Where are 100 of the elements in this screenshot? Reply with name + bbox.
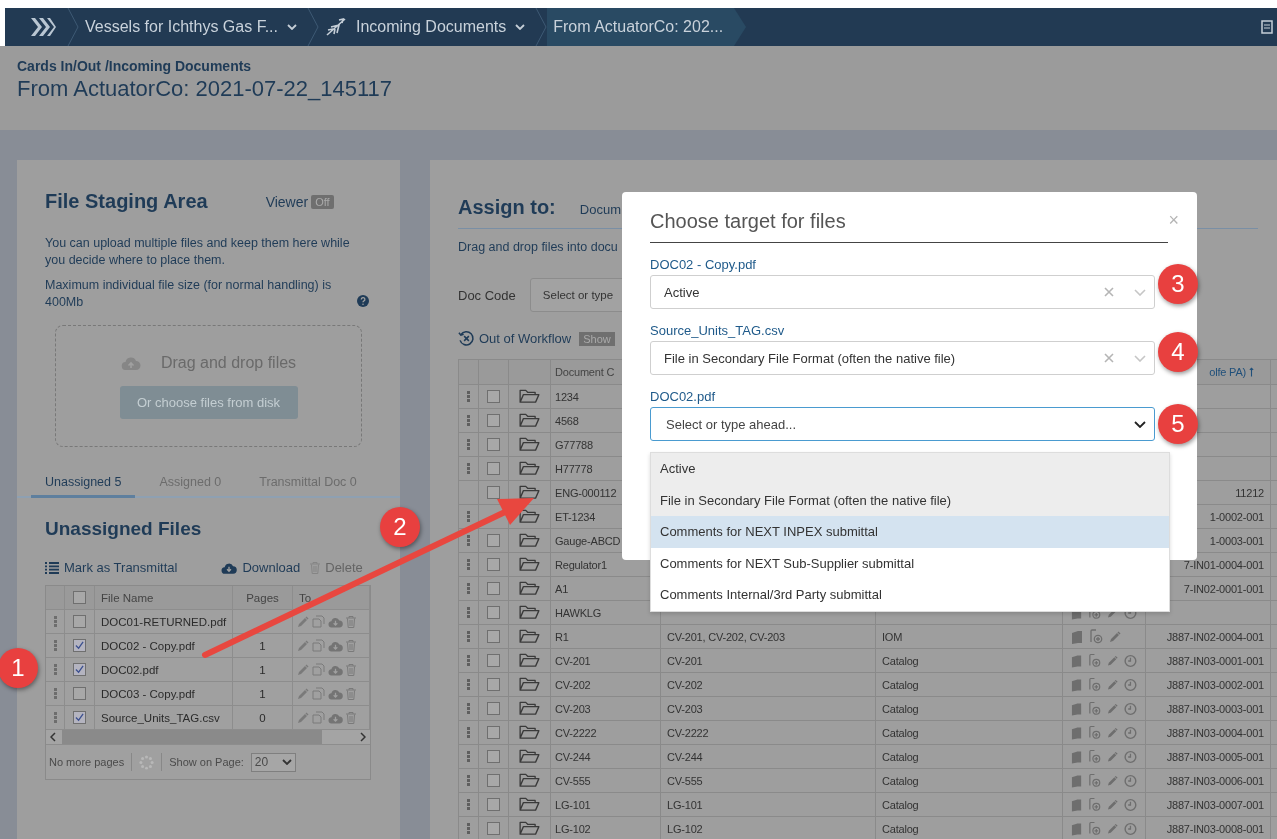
checkbox[interactable] bbox=[73, 615, 86, 628]
cloud-download-icon[interactable] bbox=[328, 711, 343, 724]
more-icon[interactable] bbox=[467, 751, 470, 762]
clear-icon[interactable] bbox=[1104, 287, 1114, 297]
more-icon[interactable] bbox=[467, 679, 470, 690]
more-icon[interactable] bbox=[53, 664, 57, 675]
page-size-select[interactable]: 20 bbox=[250, 752, 297, 772]
timer-cancel-icon[interactable] bbox=[458, 330, 475, 347]
scroll-right-icon[interactable] bbox=[360, 732, 366, 742]
scroll-left-icon[interactable] bbox=[50, 732, 56, 742]
copy-icon[interactable] bbox=[312, 615, 325, 628]
folder-icon[interactable] bbox=[519, 509, 540, 524]
folder-icon[interactable] bbox=[519, 581, 540, 596]
dropdown-option[interactable]: Comments for NEXT Sub-Supplier submittal bbox=[651, 547, 1169, 580]
folder-icon[interactable] bbox=[519, 389, 540, 404]
more-icon[interactable] bbox=[467, 655, 470, 666]
horizontal-scrollbar[interactable] bbox=[46, 730, 370, 744]
more-icon[interactable] bbox=[467, 631, 470, 642]
trash-icon[interactable] bbox=[346, 711, 356, 724]
more-icon[interactable] bbox=[53, 616, 57, 627]
checkbox[interactable] bbox=[487, 630, 500, 643]
checkbox[interactable] bbox=[487, 822, 500, 835]
cloud-download-icon[interactable] bbox=[328, 639, 343, 652]
more-icon[interactable] bbox=[467, 607, 470, 618]
viewer-toggle[interactable]: Off bbox=[311, 194, 334, 209]
more-icon[interactable] bbox=[467, 823, 470, 834]
column-header[interactable]: olfe PA) bbox=[1209, 366, 1246, 378]
more-icon[interactable] bbox=[467, 727, 470, 738]
folder-icon[interactable] bbox=[519, 413, 540, 428]
show-toggle[interactable]: Show bbox=[579, 331, 615, 346]
more-icon[interactable] bbox=[53, 640, 57, 651]
more-icon[interactable] bbox=[53, 712, 57, 723]
more-icon[interactable] bbox=[467, 535, 470, 546]
copy-icon[interactable] bbox=[312, 663, 325, 676]
copy-icon[interactable] bbox=[312, 687, 325, 700]
folder-icon[interactable] bbox=[519, 653, 540, 668]
more-icon[interactable] bbox=[467, 463, 470, 474]
help-icon[interactable] bbox=[357, 295, 369, 307]
checkbox[interactable] bbox=[487, 414, 500, 427]
checkbox[interactable] bbox=[487, 582, 500, 595]
checkbox[interactable] bbox=[487, 726, 500, 739]
column-header[interactable]: Document C bbox=[555, 366, 615, 378]
cloud-download-icon[interactable] bbox=[328, 687, 343, 700]
select-field[interactable]: Active bbox=[650, 275, 1155, 309]
checkbox[interactable] bbox=[487, 654, 500, 667]
cloud-download-icon[interactable] bbox=[328, 615, 343, 628]
type-ahead-input[interactable]: Select or type bbox=[540, 288, 621, 302]
more-icon[interactable] bbox=[467, 439, 470, 450]
checkbox[interactable] bbox=[73, 711, 86, 724]
select-field[interactable]: File in Secondary File Format (often the native file) bbox=[650, 341, 1155, 375]
folder-icon[interactable] bbox=[519, 485, 540, 500]
checkbox[interactable] bbox=[487, 678, 500, 691]
more-icon[interactable] bbox=[467, 775, 470, 786]
trash-icon[interactable] bbox=[346, 663, 356, 676]
folder-icon[interactable] bbox=[519, 821, 540, 836]
more-icon[interactable] bbox=[53, 688, 57, 699]
checkbox[interactable] bbox=[73, 687, 86, 700]
checkbox[interactable] bbox=[487, 798, 500, 811]
breadcrumb[interactable]: Vessels for Ichthys Gas F... bbox=[79, 8, 307, 46]
checkbox[interactable] bbox=[487, 438, 500, 451]
more-icon[interactable] bbox=[467, 415, 470, 426]
checkbox[interactable] bbox=[487, 390, 500, 403]
trash-icon[interactable] bbox=[346, 639, 356, 652]
checkbox[interactable] bbox=[487, 702, 500, 715]
action-link[interactable]: Download bbox=[221, 560, 301, 575]
more-icon[interactable] bbox=[467, 511, 470, 522]
cloud-download-icon[interactable] bbox=[328, 663, 343, 676]
checkbox[interactable] bbox=[73, 591, 86, 604]
checkbox[interactable] bbox=[487, 486, 500, 499]
checkbox[interactable] bbox=[487, 750, 500, 763]
breadcrumb[interactable]: Incoming Documents bbox=[318, 8, 536, 46]
type-ahead-input[interactable]: Select or type ahead... bbox=[664, 415, 1114, 433]
tab[interactable]: Docum bbox=[579, 202, 621, 217]
trash-icon[interactable] bbox=[346, 615, 356, 628]
copy-icon[interactable] bbox=[312, 711, 325, 724]
folder-icon[interactable] bbox=[519, 677, 540, 692]
tab[interactable]: Unassigned 5 bbox=[31, 475, 136, 498]
checkbox[interactable] bbox=[487, 774, 500, 787]
folder-icon[interactable] bbox=[519, 797, 540, 812]
chevrons-icon[interactable] bbox=[29, 17, 57, 37]
dropdown-option[interactable]: Comments Internal/3rd Party submittal bbox=[651, 579, 1169, 611]
folder-icon[interactable] bbox=[519, 605, 540, 620]
folder-icon[interactable] bbox=[519, 749, 540, 764]
more-icon[interactable] bbox=[467, 559, 470, 570]
checkbox[interactable] bbox=[487, 606, 500, 619]
clear-icon[interactable] bbox=[1104, 353, 1114, 363]
folder-icon[interactable] bbox=[519, 725, 540, 740]
checkbox[interactable] bbox=[487, 462, 500, 475]
folder-icon[interactable] bbox=[519, 701, 540, 716]
checkbox[interactable] bbox=[487, 558, 500, 571]
folder-icon[interactable] bbox=[519, 629, 540, 644]
checkbox[interactable] bbox=[73, 663, 86, 676]
folder-icon[interactable] bbox=[519, 437, 540, 452]
more-icon[interactable] bbox=[467, 799, 470, 810]
more-icon[interactable] bbox=[467, 583, 470, 594]
folder-icon[interactable] bbox=[519, 773, 540, 788]
checkbox[interactable] bbox=[73, 639, 86, 652]
select-field[interactable]: Select or type ahead... bbox=[650, 407, 1155, 441]
copy-icon[interactable] bbox=[312, 639, 325, 652]
dropdown-option[interactable]: Comments for NEXT INPEX submittal bbox=[651, 516, 1169, 548]
